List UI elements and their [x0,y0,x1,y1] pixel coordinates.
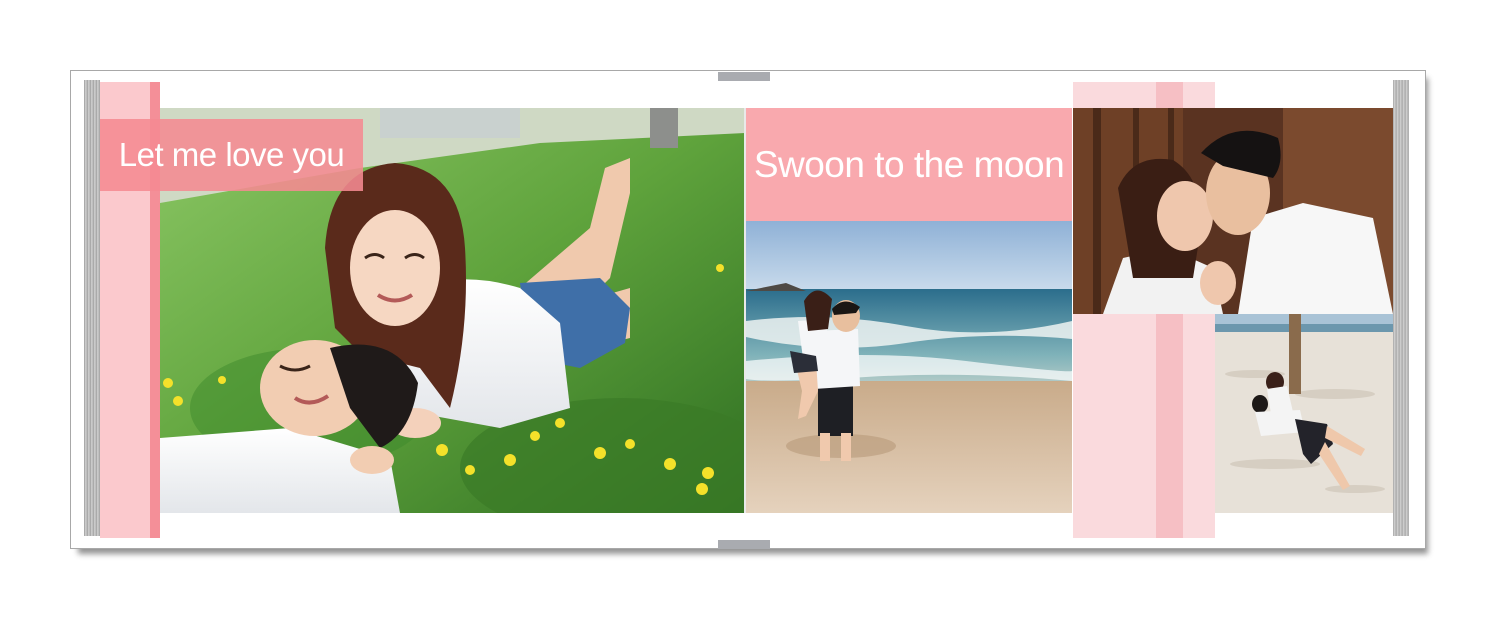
left-page-title: Let me love you [100,119,363,191]
spine-top-tab [718,72,770,81]
right-page-title: Swoon to the moon [746,108,1072,221]
photo-couple-on-sand[interactable] [1215,314,1393,513]
left-page-edge [84,80,100,536]
spine-bottom-tab [718,540,770,549]
right-page-edge [1393,80,1409,536]
photo-couple-embrace[interactable] [1073,108,1393,314]
photo-couple-on-beach[interactable] [746,221,1072,513]
